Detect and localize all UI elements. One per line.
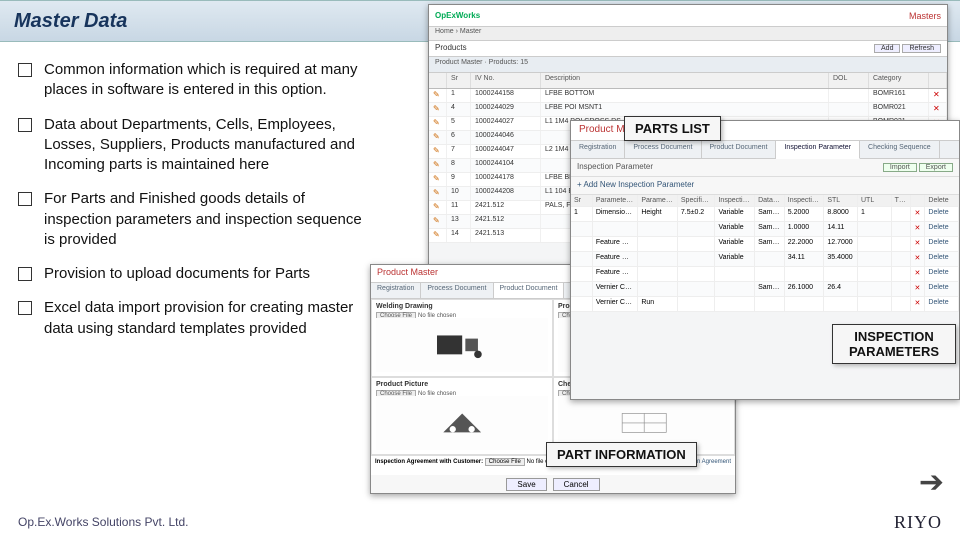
delete-icon[interactable] — [911, 222, 925, 236]
grid-row[interactable]: Feature GaugeDelete — [571, 267, 959, 282]
bullet-item: Excel data import provision for creating… — [18, 298, 362, 339]
tab-active[interactable]: Product Document — [494, 283, 565, 298]
app-brand: OpExWorks — [435, 11, 480, 20]
grid-row[interactable]: Vernier CaliperRunDelete — [571, 297, 959, 312]
bullet-item: Common information which is required at … — [18, 60, 362, 101]
delete-icon[interactable] — [911, 297, 925, 311]
edit-icon[interactable] — [429, 117, 447, 130]
edit-icon[interactable] — [429, 89, 447, 102]
import-button[interactable]: Import — [883, 163, 917, 172]
edit-icon[interactable] — [429, 229, 447, 242]
filter-bar: Product Master · Products: 15 — [429, 57, 947, 73]
delete-icon[interactable] — [929, 103, 947, 116]
doc-cell: Welding DrawingChoose FileNo file chosen — [371, 299, 553, 377]
tab[interactable]: Checking Sequence — [860, 141, 940, 158]
next-arrow-icon[interactable]: ➔ — [919, 465, 944, 500]
tabs: Registration Process Document Product Do… — [571, 141, 959, 159]
grid-row[interactable]: Feature GaugeVariable34.1135.4000Delete — [571, 252, 959, 267]
tab[interactable]: Registration — [371, 283, 421, 298]
edit-icon[interactable] — [429, 145, 447, 158]
delete-icon[interactable] — [911, 267, 925, 281]
export-button[interactable]: Export — [919, 163, 953, 172]
callout-parts-list: PARTS LIST — [624, 116, 721, 141]
bullet-item: Provision to upload documents for Parts — [18, 264, 362, 284]
edit-icon[interactable] — [429, 131, 447, 144]
edit-icon[interactable] — [429, 173, 447, 186]
tab[interactable]: Process Document — [421, 283, 493, 298]
choose-file-button[interactable]: Choose File — [485, 458, 525, 466]
table-row[interactable]: 41000244029LFBE POI MSNT1BOMR021 — [429, 103, 947, 117]
doc-cell: Product PictureChoose FileNo file chosen — [371, 377, 553, 455]
screenshots-area: OpExWorks Masters Home › Master Products A… — [370, 4, 954, 490]
delete-icon[interactable] — [911, 207, 925, 221]
grid-row[interactable]: VariableSampling1.000014.11Delete — [571, 222, 959, 237]
edit-icon[interactable] — [429, 103, 447, 116]
callout-inspection-params: INSPECTION PARAMETERS — [832, 324, 956, 364]
delete-link[interactable]: Delete — [925, 297, 959, 311]
save-button[interactable]: Save — [506, 478, 546, 491]
callout-part-info: PART INFORMATION — [546, 442, 697, 467]
edit-icon[interactable] — [429, 187, 447, 200]
cancel-button[interactable]: Cancel — [553, 478, 600, 491]
footer-org: Op.Ex.Works Solutions Pvt. Ltd. — [18, 515, 189, 529]
section-label: Products — [435, 43, 467, 54]
table-row[interactable]: 11000244158LFBE BOTTOMBOMR161 — [429, 89, 947, 103]
thumbnail — [376, 318, 548, 372]
add-param-link[interactable]: + Add New Inspection Parameter — [577, 180, 694, 191]
delete-link[interactable]: Delete — [925, 237, 959, 251]
bullet-item: Data about Departments, Cells, Employees… — [18, 115, 362, 176]
delete-link[interactable]: Delete — [925, 222, 959, 236]
delete-link[interactable]: Delete — [925, 267, 959, 281]
table-header: Sr IV No. Description DOL Category — [429, 73, 947, 89]
bar-label: Inspection Parameter — [577, 162, 653, 173]
grid-row[interactable]: 1DimensionalHeight7.5±0.2VariableSamplin… — [571, 207, 959, 222]
add-button[interactable]: Add — [874, 44, 900, 53]
grid-row[interactable]: Feature GaugeVariableSampling22.200012.7… — [571, 237, 959, 252]
edit-icon[interactable] — [429, 215, 447, 228]
page-title: Master Data — [14, 10, 127, 33]
delete-icon[interactable] — [911, 237, 925, 251]
delete-link[interactable]: Delete — [925, 252, 959, 266]
tab-active[interactable]: Inspection Parameter — [776, 141, 860, 159]
delete-icon[interactable] — [911, 252, 925, 266]
thumbnail — [376, 396, 548, 450]
top-menu: Masters — [909, 11, 941, 21]
bullet-item: For Parts and Finished goods details of … — [18, 189, 362, 250]
tab[interactable]: Registration — [571, 141, 625, 158]
refresh-button[interactable]: Refresh — [902, 44, 941, 53]
bullet-list: Common information which is required at … — [0, 42, 370, 353]
delete-icon[interactable] — [929, 89, 947, 102]
tab[interactable]: Product Document — [702, 141, 777, 158]
grid-header: Sr Parameter Type Parameter Specificatio… — [571, 195, 959, 207]
grid-row[interactable]: Vernier CaliperSampling26.100026.4Delete — [571, 282, 959, 297]
delete-link[interactable]: Delete — [925, 207, 959, 221]
edit-icon[interactable] — [429, 201, 447, 214]
delete-link[interactable]: Delete — [925, 282, 959, 296]
tab[interactable]: Process Document — [625, 141, 701, 158]
breadcrumb: Home › Master — [429, 27, 947, 41]
footer-tag: RIYO — [894, 512, 942, 533]
delete-icon[interactable] — [911, 282, 925, 296]
footer: Op.Ex.Works Solutions Pvt. Ltd. RIYO — [0, 504, 960, 540]
edit-icon[interactable] — [429, 159, 447, 172]
